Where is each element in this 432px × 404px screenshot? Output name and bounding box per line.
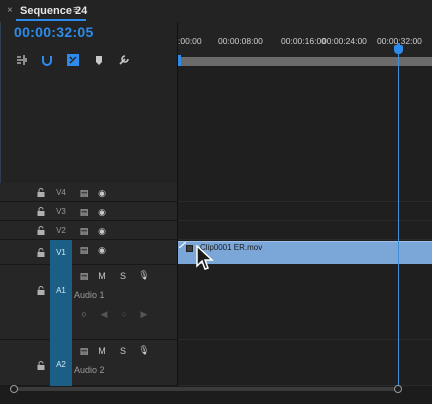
track-label-audio-2: Audio 2 [74, 365, 105, 375]
track-name-v3[interactable]: V3 [52, 203, 70, 221]
timeline-settings-wrench-icon[interactable] [116, 52, 132, 68]
tab-menu-icon[interactable]: ≡ [73, 4, 79, 16]
ruler-label: :00:00 [178, 36, 202, 46]
lock-icon[interactable] [37, 361, 45, 370]
track-lane-v3[interactable] [178, 202, 432, 221]
track-name-a1[interactable]: A1 [50, 265, 72, 340]
mute-button[interactable]: M [96, 271, 108, 281]
ruler-label: 00:00:16:00 [281, 36, 326, 46]
clip-thumbnail-icon [186, 245, 193, 252]
work-area-bar[interactable] [178, 57, 432, 66]
playhead-line[interactable] [398, 52, 399, 390]
playhead-handle[interactable] [394, 45, 403, 54]
ruler-label: 00:00:08:00 [218, 36, 263, 46]
ruler-label: 00:00:24:00 [322, 36, 367, 46]
sync-lock-icon[interactable]: ▤ [78, 346, 90, 356]
lock-icon[interactable] [37, 188, 45, 197]
tab-bar: × Sequence 24 ≡ [0, 0, 432, 22]
eye-icon[interactable]: ◉ [96, 226, 108, 236]
sync-lock-icon[interactable]: ▤ [78, 271, 90, 281]
track-lane-v4[interactable] [178, 183, 432, 202]
microphone-icon[interactable]: 🎙 [138, 270, 150, 280]
linked-selection-icon[interactable] [65, 52, 81, 68]
snap-icon[interactable] [39, 52, 55, 68]
insert-sequence-nest-icon[interactable] [14, 52, 30, 68]
eye-icon[interactable]: ◉ [96, 188, 108, 198]
mouse-cursor-icon [196, 245, 214, 270]
sync-lock-icon[interactable]: ▤ [78, 245, 90, 255]
track-name-v1[interactable]: V1 [50, 240, 72, 265]
track-name-v2[interactable]: V2 [52, 222, 70, 240]
track-label-audio-1: Audio 1 [74, 290, 105, 300]
next-keyframe-icon: ▶ [140, 309, 148, 319]
lock-icon[interactable] [37, 226, 45, 235]
lock-icon[interactable] [37, 286, 45, 295]
track-header-a1: A1 ▤ M S 🎙 Audio 1 ○ ◀ ○ ▶ [0, 265, 178, 340]
track-name-v4[interactable]: V4 [52, 184, 70, 202]
header-divider [177, 22, 178, 386]
add-keyframe-icon: ○ [121, 309, 127, 319]
track-header-a2: A2 ▤ M S 🎙 Audio 2 [0, 340, 178, 386]
track-lane-a1[interactable] [178, 265, 432, 340]
track-lane-a2[interactable] [178, 340, 432, 386]
scrollbar-left-handle[interactable] [10, 385, 18, 393]
track-header-v4: V4 ▤ ◉ [0, 183, 178, 202]
tab-close-button[interactable]: × [7, 5, 13, 16]
mute-button[interactable]: M [96, 346, 108, 356]
sync-lock-icon[interactable]: ▤ [78, 226, 90, 236]
microphone-icon[interactable]: 🎙 [138, 345, 150, 355]
lock-icon[interactable] [37, 207, 45, 216]
track-header-v1: V1 ▤ ◉ [0, 240, 178, 265]
sync-lock-icon[interactable]: ▤ [78, 207, 90, 217]
fx-badge-icon [179, 242, 186, 248]
eye-icon[interactable]: ◉ [96, 207, 108, 217]
scrollbar-thumb[interactable] [15, 387, 398, 391]
playhead-timecode[interactable]: 00:00:32:05 [14, 24, 94, 40]
active-tab-indicator [16, 19, 86, 21]
track-lane-v2[interactable] [178, 221, 432, 240]
solo-button[interactable]: S [117, 271, 129, 281]
time-ruler[interactable]: :00:00 00:00:08:00 00:00:16:00 00:00:24:… [178, 22, 432, 58]
track-name-a2[interactable]: A2 [50, 340, 72, 386]
lock-icon[interactable] [37, 248, 45, 257]
track-header-v3: V3 ▤ ◉ [0, 202, 178, 221]
eye-icon[interactable]: ◉ [96, 245, 108, 255]
add-marker-icon[interactable] [91, 52, 107, 68]
solo-button[interactable]: S [117, 346, 129, 356]
sync-lock-icon[interactable]: ▤ [78, 188, 90, 198]
track-header-v2: V2 ▤ ◉ [0, 221, 178, 240]
scrollbar-right-handle[interactable] [394, 385, 402, 393]
keyframe-icon[interactable]: ○ [78, 309, 90, 319]
video-clip[interactable]: Clip0001 ER.mov [178, 241, 432, 264]
previous-keyframe-icon: ◀ [100, 309, 108, 319]
